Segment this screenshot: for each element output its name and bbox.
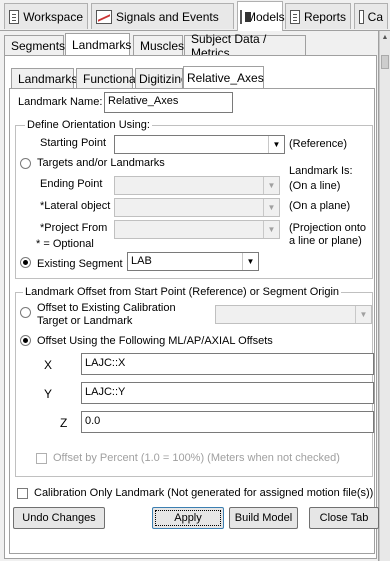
close-tab-button[interactable]: Close Tab	[309, 507, 379, 529]
landmark-name-label: Landmark Name:	[18, 96, 103, 108]
ml-ap-axial-label: Offset Using the Following ML/AP/AXIAL O…	[37, 335, 273, 347]
apply-button[interactable]: Apply	[152, 507, 224, 529]
tab-segments[interactable]: Segments	[4, 35, 65, 55]
offset-by-percent-checkbox[interactable]	[36, 453, 47, 464]
build-model-button[interactable]: Build Model	[229, 507, 298, 529]
tab-signals-and-events[interactable]: Signals and Events	[91, 3, 234, 29]
chevron-down-icon: ▼	[242, 253, 258, 270]
projection-label-2: a line or plane)	[289, 235, 362, 247]
tab-calc[interactable]: Ca	[354, 3, 388, 29]
tab-models[interactable]: Models	[237, 1, 285, 31]
offset-by-percent-label: Offset by Percent (1.0 = 100%) (Meters w…	[53, 452, 340, 464]
chevron-down-icon: ▼	[263, 199, 279, 216]
orientation-legend: Define Orientation Using:	[25, 119, 152, 131]
reports-icon	[290, 9, 300, 24]
chevron-down-icon: ▼	[268, 136, 284, 153]
workspace-icon	[9, 9, 20, 24]
signals-icon	[96, 9, 112, 24]
lateral-object-dropdown[interactable]: ▼	[114, 198, 280, 217]
calibration-offset-label-1: Offset to Existing Calibration	[37, 302, 176, 314]
scroll-up-icon[interactable]: ▲	[381, 33, 389, 43]
ending-point-dropdown[interactable]: ▼	[114, 176, 280, 195]
project-from-label: *Project From	[40, 222, 108, 234]
lateral-object-label: *Lateral object	[40, 200, 111, 212]
on-line-label: (On a line)	[289, 180, 341, 192]
ml-ap-axial-radio[interactable]	[20, 335, 31, 346]
existing-segment-dropdown[interactable]: LAB ▼	[127, 252, 259, 271]
existing-segment-radio[interactable]	[20, 257, 31, 268]
landmark-is-label: Landmark Is:	[289, 165, 353, 177]
chevron-down-icon: ▼	[355, 306, 371, 323]
vertical-scrollbar[interactable]: ▲	[379, 31, 390, 561]
main-tab-bar: Workspace Signals and Events Models Repo…	[0, 0, 390, 31]
y-offset-input[interactable]: LAJC::Y	[81, 382, 374, 404]
calibration-target-dropdown[interactable]: ▼	[215, 305, 372, 324]
y-offset-label: Y	[44, 387, 53, 401]
chevron-down-icon: ▼	[263, 221, 279, 238]
on-plane-label: (On a plane)	[289, 200, 351, 212]
x-offset-input[interactable]: LAJC::X	[81, 353, 374, 375]
projection-label-1: (Projection onto	[289, 222, 367, 234]
calibration-only-label: Calibration Only Landmark (Not generated…	[34, 487, 374, 499]
scroll-thumb[interactable]	[381, 55, 389, 69]
tab-muscles[interactable]: Muscles	[133, 35, 184, 55]
targets-landmarks-label: Targets and/or Landmarks	[37, 157, 165, 169]
starting-point-dropdown[interactable]: ▼	[114, 135, 285, 154]
optional-note: * = Optional	[36, 238, 94, 250]
tab-functional[interactable]: Functional	[76, 68, 138, 88]
offset-legend: Landmark Offset from Start Point (Refere…	[23, 286, 342, 298]
tab-subject-data-metrics[interactable]: Subject Data / Metrics	[184, 32, 306, 60]
project-from-dropdown[interactable]: ▼	[114, 220, 280, 239]
calibration-offset-label-2: Target or Landmark	[37, 315, 133, 327]
segment-value: LAB	[131, 255, 152, 267]
targets-landmarks-radio[interactable]	[20, 158, 31, 169]
existing-segment-label: Existing Segment	[37, 258, 123, 270]
z-offset-label: Z	[60, 416, 68, 430]
tab-relative-axes[interactable]: Relative_Axes	[183, 66, 264, 88]
calc-icon	[359, 9, 364, 24]
calibration-offset-radio[interactable]	[20, 307, 31, 318]
reference-label: (Reference)	[289, 138, 348, 150]
tab-landmarks-list[interactable]: Landmarks	[11, 68, 77, 88]
landmark-name-input[interactable]: Relative_Axes	[104, 92, 233, 113]
calibration-only-checkbox[interactable]	[17, 488, 28, 499]
tab-workspace[interactable]: Workspace	[4, 3, 88, 29]
tab-landmarks[interactable]: Landmarks	[65, 33, 131, 55]
models-icon	[240, 9, 251, 24]
x-offset-label: X	[44, 358, 53, 372]
tab-reports[interactable]: Reports	[285, 3, 351, 29]
starting-point-label: Starting Point	[40, 137, 107, 149]
chevron-down-icon: ▼	[263, 177, 279, 194]
undo-changes-button[interactable]: Undo Changes	[13, 507, 105, 529]
tab-digitizing[interactable]: Digitizing	[135, 68, 183, 88]
z-offset-input[interactable]: 0.0	[81, 411, 374, 433]
ending-point-label: Ending Point	[40, 178, 103, 190]
